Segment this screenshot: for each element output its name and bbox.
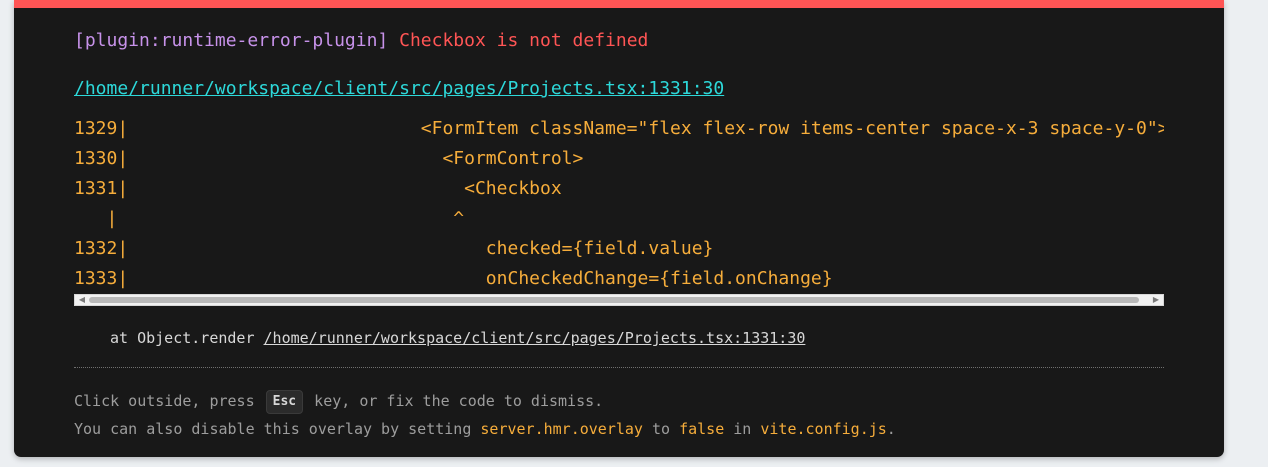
horizontal-scrollbar[interactable]: ◀ ▶ bbox=[74, 294, 1164, 306]
divider bbox=[74, 367, 1164, 368]
code-marker-line: | ^ bbox=[74, 208, 465, 229]
error-header: [plugin:runtime-error-plugin] Checkbox i… bbox=[74, 30, 648, 51]
tip-text: You can also disable this overlay by set… bbox=[74, 420, 472, 438]
error-message: Checkbox is not defined bbox=[399, 30, 649, 51]
stack-prefix: at Object.render bbox=[110, 329, 255, 347]
stack-trace: at Object.render /home/runner/workspace/… bbox=[110, 329, 805, 347]
tip-text: to bbox=[651, 420, 671, 438]
code-line: 1329| <FormItem className="flex flex-row… bbox=[74, 118, 1164, 139]
error-overlay: [plugin:runtime-error-plugin] Checkbox i… bbox=[14, 0, 1224, 457]
code-line: 1330| <FormControl> bbox=[74, 148, 584, 169]
code-frame: 1329| <FormItem className="flex flex-row… bbox=[74, 114, 1164, 294]
scrollbar-thumb[interactable] bbox=[89, 297, 1139, 303]
setting-value: false bbox=[679, 420, 725, 438]
setting-name: server.hmr.overlay bbox=[480, 420, 643, 438]
plugin-label: [plugin:runtime-error-plugin] bbox=[74, 30, 389, 51]
code-line: 1332| checked={field.value} bbox=[74, 238, 714, 259]
code-line: 1331| <Checkbox bbox=[74, 178, 562, 199]
error-file-link[interactable]: /home/runner/workspace/client/src/pages/… bbox=[74, 78, 724, 99]
tip-text: . bbox=[886, 420, 896, 438]
stack-location-link[interactable]: /home/runner/workspace/client/src/pages/… bbox=[264, 329, 806, 347]
tip-text: Click outside, press bbox=[74, 392, 255, 410]
code-line: 1333| onCheckedChange={field.onChange} bbox=[74, 268, 833, 289]
tip-text: key, or fix the code to dismiss. bbox=[314, 392, 604, 410]
disable-overlay-tip: You can also disable this overlay by set… bbox=[74, 420, 896, 438]
esc-key: Esc bbox=[265, 390, 304, 414]
tip-text: in bbox=[733, 420, 752, 438]
scroll-right-icon[interactable]: ▶ bbox=[1149, 295, 1163, 305]
config-file: vite.config.js bbox=[760, 420, 887, 438]
dismiss-tip: Click outside, press Esc key, or fix the… bbox=[74, 390, 603, 414]
scroll-left-icon[interactable]: ◀ bbox=[75, 295, 89, 305]
